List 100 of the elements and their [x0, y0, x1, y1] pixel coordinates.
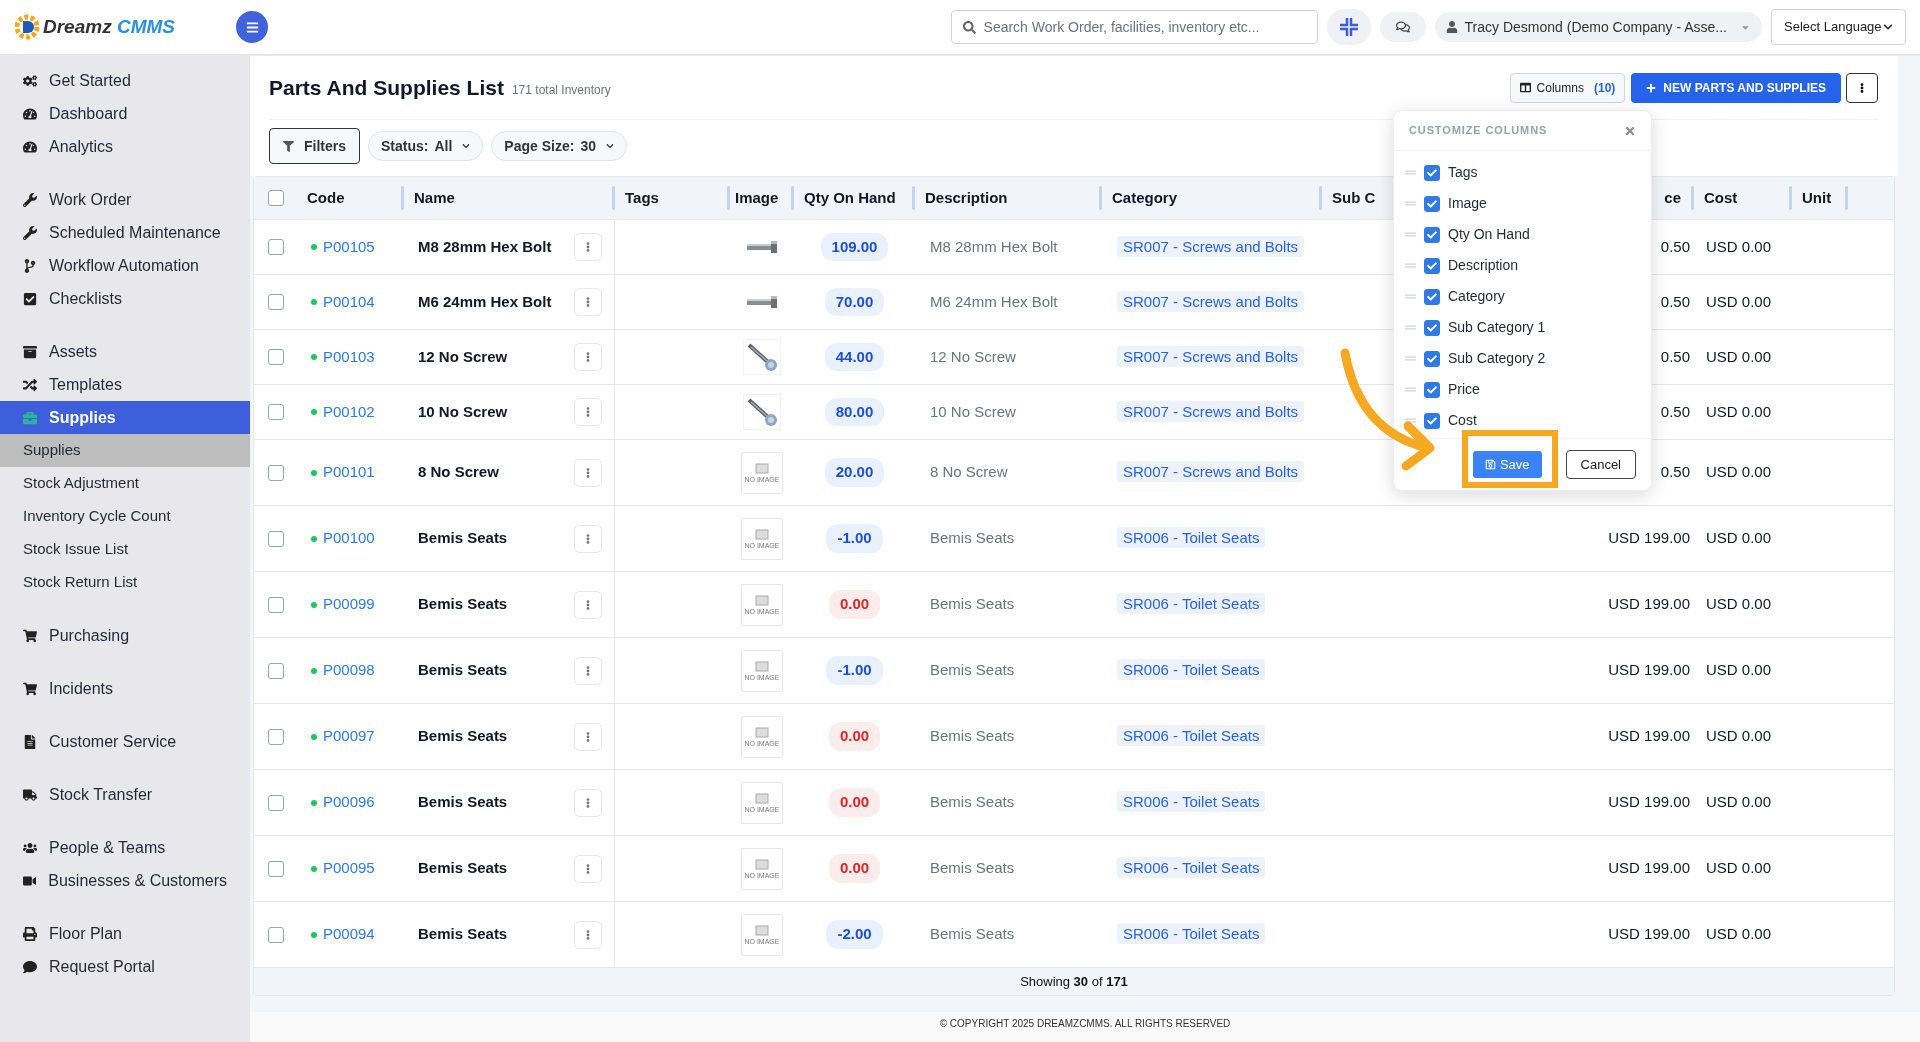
row-actions-button[interactable] [574, 854, 602, 883]
sidebar-subitem[interactable]: Stock Return List [0, 566, 250, 599]
drag-handle-icon[interactable] [1405, 415, 1416, 426]
code-link[interactable]: P00094 [323, 923, 375, 946]
sidebar-item[interactable]: Purchasing [0, 619, 250, 652]
column-checkbox[interactable] [1424, 257, 1440, 274]
category-tag[interactable]: SR007 - Screws and Bolts [1117, 400, 1305, 422]
code-link[interactable]: P00103 [323, 345, 375, 369]
drag-handle-icon[interactable] [1405, 384, 1416, 395]
drag-handle-icon[interactable] [1405, 291, 1416, 302]
row-actions-button[interactable] [574, 398, 602, 426]
save-button[interactable]: Save [1472, 451, 1542, 478]
code-link[interactable]: P00101 [323, 461, 375, 484]
category-tag[interactable]: SR006 - Toilet Seats [1117, 659, 1266, 681]
row-checkbox[interactable] [267, 404, 284, 420]
column-header[interactable]: Tags [615, 186, 659, 210]
chat-button[interactable] [1379, 12, 1426, 42]
sidebar-item[interactable]: Assets [0, 335, 250, 368]
sidebar-item[interactable]: Analytics [0, 130, 250, 163]
column-header[interactable]: Qty On Hand [794, 186, 896, 210]
drag-handle-icon[interactable] [1405, 322, 1416, 333]
category-tag[interactable]: SR007 - Screws and Bolts [1117, 290, 1305, 312]
column-checkbox[interactable] [1424, 381, 1440, 398]
code-link[interactable]: P00098 [323, 659, 375, 682]
row-checkbox[interactable] [267, 464, 284, 481]
row-actions-button[interactable] [574, 920, 602, 949]
row-actions-button[interactable] [574, 233, 602, 261]
code-link[interactable]: P00096 [323, 791, 375, 814]
sidebar-item[interactable]: Stock Transfer [0, 778, 250, 811]
category-tag[interactable]: SR007 - Screws and Bolts [1117, 235, 1305, 257]
row-actions-button[interactable] [574, 788, 602, 817]
drag-handle-icon[interactable] [1405, 229, 1416, 240]
column-header[interactable]: Name [404, 186, 455, 210]
row-checkbox[interactable] [267, 349, 284, 365]
columns-button[interactable]: Columns (10) [1509, 72, 1626, 103]
column-header[interactable]: Unit [1792, 186, 1832, 210]
column-header[interactable]: Sub C [1322, 186, 1376, 210]
sidebar-item[interactable]: Customer Service [0, 725, 250, 758]
language-select[interactable]: Select Language [1771, 9, 1906, 45]
sidebar-item[interactable]: Incidents [0, 672, 250, 705]
sidebar-item[interactable]: People & Teams [0, 831, 250, 864]
column-checkbox[interactable] [1424, 164, 1440, 181]
sidebar-item[interactable]: Get Started [0, 64, 250, 97]
category-tag[interactable]: SR006 - Toilet Seats [1117, 593, 1266, 615]
close-icon[interactable] [1624, 124, 1636, 137]
row-actions-button[interactable] [574, 590, 602, 619]
sidebar-item[interactable]: Businesses & Customers [0, 864, 250, 897]
cancel-button[interactable]: Cancel [1565, 450, 1636, 479]
sidebar-subitem[interactable]: Stock Issue List [0, 533, 250, 566]
category-tag[interactable]: SR006 - Toilet Seats [1117, 725, 1266, 747]
new-parts-button[interactable]: NEW PARTS AND SUPPLIES [1631, 72, 1841, 103]
column-checkbox[interactable] [1424, 195, 1440, 212]
row-checkbox[interactable] [267, 662, 284, 679]
sidebar-item[interactable]: Floor Plan [0, 917, 250, 950]
sidebar-item[interactable]: Templates [0, 368, 250, 401]
row-actions-button[interactable] [574, 524, 602, 553]
filters-button[interactable]: Filters [269, 128, 360, 164]
sidebar-item[interactable]: Request Portal [0, 950, 250, 983]
sidebar-item[interactable]: Dashboard [0, 97, 250, 130]
column-checkbox[interactable] [1424, 319, 1440, 336]
row-actions-button[interactable] [574, 458, 602, 487]
column-header[interactable]: Cost [1694, 186, 1738, 210]
row-actions-button[interactable] [574, 343, 602, 371]
sidebar-item[interactable]: Supplies [0, 401, 250, 434]
column-header[interactable]: Description [915, 186, 1008, 210]
sidebar-item[interactable]: Scheduled Maintenance [0, 216, 250, 249]
column-header[interactable]: ce [1664, 186, 1691, 210]
column-checkbox[interactable] [1424, 350, 1440, 367]
row-checkbox[interactable] [267, 294, 284, 310]
row-checkbox[interactable] [267, 596, 284, 613]
code-link[interactable]: P00105 [323, 235, 375, 259]
drag-handle-icon[interactable] [1405, 353, 1416, 364]
drag-handle-icon[interactable] [1405, 260, 1416, 271]
row-actions-button[interactable] [574, 722, 602, 751]
row-actions-button[interactable] [574, 288, 602, 316]
code-link[interactable]: P00104 [323, 290, 375, 314]
category-tag[interactable]: SR007 - Screws and Bolts [1117, 461, 1305, 483]
more-options-button[interactable] [1846, 72, 1878, 103]
code-link[interactable]: P00099 [323, 593, 375, 616]
code-link[interactable]: P00100 [323, 527, 375, 550]
category-tag[interactable]: SR006 - Toilet Seats [1117, 527, 1266, 549]
row-actions-button[interactable] [574, 656, 602, 685]
category-tag[interactable]: SR007 - Screws and Bolts [1117, 345, 1305, 367]
code-link[interactable]: P00097 [323, 725, 375, 748]
row-checkbox[interactable] [267, 860, 284, 877]
code-link[interactable]: P00102 [323, 400, 375, 424]
column-checkbox[interactable] [1424, 288, 1440, 305]
sidebar-item[interactable]: Work Order [0, 183, 250, 216]
column-header[interactable]: Category [1102, 186, 1178, 210]
select-all-checkbox[interactable] [267, 190, 284, 206]
row-checkbox[interactable] [267, 239, 284, 255]
row-checkbox[interactable] [267, 728, 284, 745]
category-tag[interactable]: SR006 - Toilet Seats [1117, 791, 1266, 813]
column-header[interactable]: Image [730, 186, 779, 210]
sidebar-item[interactable]: Workflow Automation [0, 249, 250, 282]
scan-button[interactable] [1326, 9, 1371, 45]
column-checkbox[interactable] [1424, 226, 1440, 243]
filter-select[interactable]: Page Size: 30 [491, 131, 627, 161]
drag-handle-icon[interactable] [1405, 167, 1416, 178]
sidebar-subitem[interactable]: Supplies [0, 434, 250, 467]
